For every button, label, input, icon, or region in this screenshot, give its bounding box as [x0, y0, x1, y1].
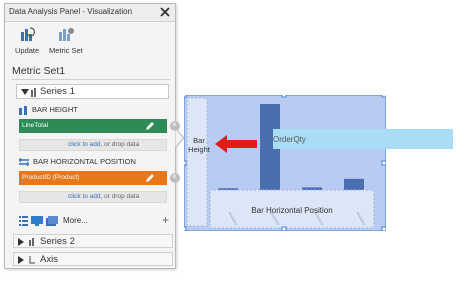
metric-set-label: Metric Set	[49, 46, 83, 55]
metric-set-button[interactable]: Metric Set	[49, 26, 83, 55]
close-icon[interactable]	[158, 5, 172, 19]
series-icon	[29, 238, 34, 246]
panel-title: Data Analysis Panel - Visualization	[9, 7, 133, 16]
axis-icon	[29, 256, 35, 264]
metric-set-title: Metric Set1	[12, 65, 66, 77]
data-analysis-panel: Data Analysis Panel - Visualization Upda…	[4, 3, 180, 269]
dropzone-text: click to add, or drop data	[68, 141, 140, 148]
axis-label: Axis	[40, 254, 58, 265]
more-button[interactable]: More...	[63, 216, 88, 225]
update-chart-icon	[21, 27, 36, 41]
chart-bar-height-label: Bar Height	[188, 136, 210, 154]
series-icon	[31, 88, 36, 97]
bar-hpos-header: BAR HORIZONTAL POSITION	[33, 157, 136, 166]
collapsed-triangle-icon	[18, 256, 24, 264]
visual-options-icons[interactable]	[19, 215, 61, 227]
series-2-label: Series 2	[40, 236, 75, 247]
edit-pencil-icon[interactable]	[145, 173, 155, 183]
panel-toolbar: Update Metric Set	[5, 23, 175, 61]
click-to-add-link[interactable]: click to add	[68, 193, 101, 200]
remove-field-icon[interactable]: ×	[170, 172, 180, 183]
bar-height-dropzone[interactable]: click to add, or drop data	[19, 139, 167, 151]
bar-hpos-field-label: ProductID (Product)	[22, 174, 80, 181]
add-icon[interactable]: +	[162, 214, 169, 226]
bar-height-section-header: BAR HEIGHT	[19, 105, 78, 115]
panel-header: Data Analysis Panel - Visualization	[5, 4, 175, 22]
horizontal-position-icon	[18, 157, 30, 166]
bar-height-header: BAR HEIGHT	[32, 105, 78, 114]
bar-height-drop-target[interactable]	[186, 97, 208, 227]
series-2-header[interactable]: Series 2	[13, 234, 173, 248]
dropzone-text: click to add, or drop data	[68, 193, 140, 200]
more-row: More... +	[19, 214, 169, 228]
update-label: Update	[15, 46, 40, 55]
update-button[interactable]: Update	[15, 26, 39, 55]
metric-set-icon	[58, 28, 74, 41]
divider	[12, 79, 170, 80]
edit-pencil-icon[interactable]	[145, 121, 155, 131]
bar-height-field-chip[interactable]: LineTotal ×	[19, 119, 180, 133]
axis-header[interactable]: Axis	[13, 252, 173, 266]
chart-hpos-label: Bar Horizontal Position	[251, 206, 333, 215]
red-arrow-icon	[215, 135, 257, 153]
expanded-triangle-icon	[21, 89, 29, 95]
orderqty-label: OrderQty	[273, 135, 306, 144]
bar-height-field-label: LineTotal	[22, 122, 49, 129]
series-1-label: Series 1	[40, 86, 75, 97]
click-to-add-link[interactable]: click to add	[68, 141, 101, 148]
bar-height-icon	[19, 105, 27, 115]
bar-hpos-field-chip[interactable]: ProductID (Product) ×	[19, 171, 180, 185]
series-1-header[interactable]: Series 1	[16, 84, 169, 99]
chart-bar	[344, 178, 364, 190]
bar-hpos-dropzone[interactable]: click to add, or drop data	[19, 191, 167, 203]
collapsed-triangle-icon	[18, 238, 24, 246]
bar-hpos-section-header: BAR HORIZONTAL POSITION	[18, 157, 136, 167]
